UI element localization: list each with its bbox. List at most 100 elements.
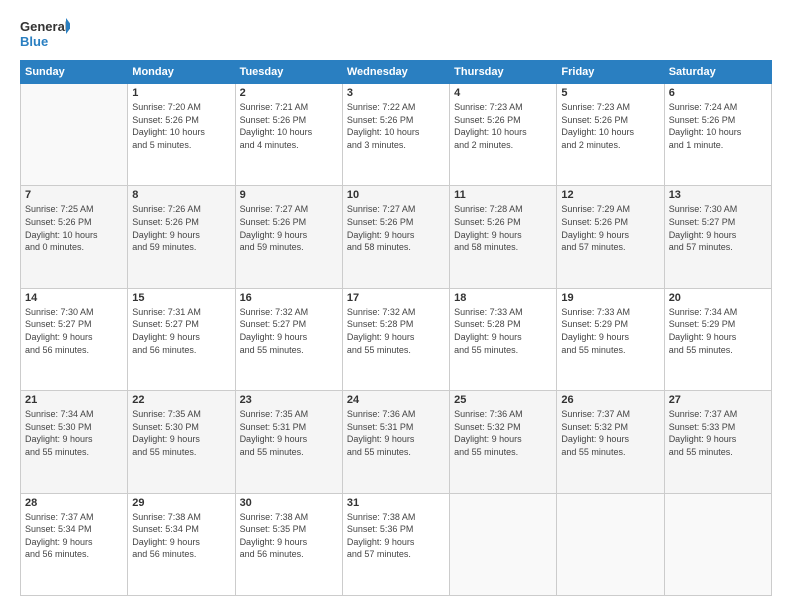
day-info: Sunrise: 7:33 AM Sunset: 5:29 PM Dayligh…: [561, 306, 659, 356]
weekday-header-row: SundayMondayTuesdayWednesdayThursdayFrid…: [21, 61, 772, 84]
day-number: 2: [240, 87, 338, 99]
day-info: Sunrise: 7:20 AM Sunset: 5:26 PM Dayligh…: [132, 101, 230, 151]
day-number: 25: [454, 394, 552, 406]
calendar-cell: 29 Sunrise: 7:38 AM Sunset: 5:34 PM Dayli…: [128, 493, 235, 595]
day-info: Sunrise: 7:24 AM Sunset: 5:26 PM Dayligh…: [669, 101, 767, 151]
calendar-cell: 4Sunrise: 7:23 AM Sunset: 5:26 PM Daylig…: [450, 84, 557, 186]
day-number: 19: [561, 292, 659, 304]
day-number: 28: [25, 497, 123, 509]
day-info: Sunrise: 7:30 AM Sunset: 5:27 PM Dayligh…: [25, 306, 123, 356]
calendar-cell: 27 Sunrise: 7:37 AM Sunset: 5:33 PM Dayli…: [664, 391, 771, 493]
calendar-cell: 17Sunrise: 7:32 AM Sunset: 5:28 PM Dayli…: [342, 288, 449, 390]
weekday-monday: Monday: [128, 61, 235, 84]
weekday-saturday: Saturday: [664, 61, 771, 84]
day-info: Sunrise: 7:32 AM Sunset: 5:27 PM Dayligh…: [240, 306, 338, 356]
day-number: 21: [25, 394, 123, 406]
day-info: Sunrise: 7:23 AM Sunset: 5:26 PM Dayligh…: [561, 101, 659, 151]
calendar-cell: 25 Sunrise: 7:36 AM Sunset: 5:32 PM Dayli…: [450, 391, 557, 493]
day-info: Sunrise: 7:38 AM Sunset: 5:34 PM Dayligh…: [132, 511, 230, 561]
day-number: 12: [561, 189, 659, 201]
day-number: 1: [132, 87, 230, 99]
day-info: Sunrise: 7:27 AM Sunset: 5:26 PM Dayligh…: [347, 203, 445, 253]
calendar-cell: 26 Sunrise: 7:37 AM Sunset: 5:32 PM Dayli…: [557, 391, 664, 493]
page: General Blue SundayMondayTuesdayWednesda…: [0, 0, 792, 612]
day-number: 31: [347, 497, 445, 509]
day-number: 22: [132, 394, 230, 406]
day-number: 26: [561, 394, 659, 406]
calendar-cell: 24 Sunrise: 7:36 AM Sunset: 5:31 PM Dayli…: [342, 391, 449, 493]
week-row-5: 28 Sunrise: 7:37 AM Sunset: 5:34 PM Dayli…: [21, 493, 772, 595]
calendar-cell: 28 Sunrise: 7:37 AM Sunset: 5:34 PM Dayli…: [21, 493, 128, 595]
day-number: 16: [240, 292, 338, 304]
day-number: 13: [669, 189, 767, 201]
day-info: Sunrise: 7:38 AM Sunset: 5:36 PM Dayligh…: [347, 511, 445, 561]
calendar-cell: 11 Sunrise: 7:28 AM Sunset: 5:26 PM Dayli…: [450, 186, 557, 288]
calendar-cell: [664, 493, 771, 595]
calendar-cell: [557, 493, 664, 595]
calendar-cell: [21, 84, 128, 186]
day-number: 18: [454, 292, 552, 304]
weekday-tuesday: Tuesday: [235, 61, 342, 84]
day-info: Sunrise: 7:35 AM Sunset: 5:30 PM Dayligh…: [132, 408, 230, 458]
day-number: 6: [669, 87, 767, 99]
day-number: 7: [25, 189, 123, 201]
day-number: 29: [132, 497, 230, 509]
weekday-wednesday: Wednesday: [342, 61, 449, 84]
day-info: Sunrise: 7:38 AM Sunset: 5:35 PM Dayligh…: [240, 511, 338, 561]
weekday-sunday: Sunday: [21, 61, 128, 84]
day-info: Sunrise: 7:33 AM Sunset: 5:28 PM Dayligh…: [454, 306, 552, 356]
calendar-cell: 22 Sunrise: 7:35 AM Sunset: 5:30 PM Dayli…: [128, 391, 235, 493]
calendar-cell: 31 Sunrise: 7:38 AM Sunset: 5:36 PM Dayli…: [342, 493, 449, 595]
calendar-cell: 30 Sunrise: 7:38 AM Sunset: 5:35 PM Dayli…: [235, 493, 342, 595]
calendar-cell: 9 Sunrise: 7:27 AM Sunset: 5:26 PM Daylig…: [235, 186, 342, 288]
calendar-cell: 14 Sunrise: 7:30 AM Sunset: 5:27 PM Dayli…: [21, 288, 128, 390]
calendar-cell: 1 Sunrise: 7:20 AM Sunset: 5:26 PM Daylig…: [128, 84, 235, 186]
week-row-2: 7Sunrise: 7:25 AM Sunset: 5:26 PM Daylig…: [21, 186, 772, 288]
logo: General Blue: [20, 16, 70, 52]
day-number: 8: [132, 189, 230, 201]
day-number: 27: [669, 394, 767, 406]
calendar-cell: 8 Sunrise: 7:26 AM Sunset: 5:26 PM Daylig…: [128, 186, 235, 288]
day-info: Sunrise: 7:34 AM Sunset: 5:30 PM Dayligh…: [25, 408, 123, 458]
calendar-cell: 18 Sunrise: 7:33 AM Sunset: 5:28 PM Dayli…: [450, 288, 557, 390]
day-info: Sunrise: 7:26 AM Sunset: 5:26 PM Dayligh…: [132, 203, 230, 253]
day-info: Sunrise: 7:37 AM Sunset: 5:32 PM Dayligh…: [561, 408, 659, 458]
logo-svg: General Blue: [20, 16, 70, 52]
calendar-cell: 3 Sunrise: 7:22 AM Sunset: 5:26 PM Daylig…: [342, 84, 449, 186]
day-number: 10: [347, 189, 445, 201]
calendar-table: SundayMondayTuesdayWednesdayThursdayFrid…: [20, 60, 772, 596]
calendar-cell: 23 Sunrise: 7:35 AM Sunset: 5:31 PM Dayli…: [235, 391, 342, 493]
day-number: 4: [454, 87, 552, 99]
day-info: Sunrise: 7:37 AM Sunset: 5:34 PM Dayligh…: [25, 511, 123, 561]
day-info: Sunrise: 7:27 AM Sunset: 5:26 PM Dayligh…: [240, 203, 338, 253]
day-info: Sunrise: 7:36 AM Sunset: 5:32 PM Dayligh…: [454, 408, 552, 458]
calendar-cell: 5 Sunrise: 7:23 AM Sunset: 5:26 PM Daylig…: [557, 84, 664, 186]
day-number: 14: [25, 292, 123, 304]
day-info: Sunrise: 7:36 AM Sunset: 5:31 PM Dayligh…: [347, 408, 445, 458]
day-info: Sunrise: 7:34 AM Sunset: 5:29 PM Dayligh…: [669, 306, 767, 356]
day-info: Sunrise: 7:35 AM Sunset: 5:31 PM Dayligh…: [240, 408, 338, 458]
day-number: 5: [561, 87, 659, 99]
day-number: 3: [347, 87, 445, 99]
day-number: 20: [669, 292, 767, 304]
calendar-cell: 16 Sunrise: 7:32 AM Sunset: 5:27 PM Dayli…: [235, 288, 342, 390]
day-number: 23: [240, 394, 338, 406]
day-number: 24: [347, 394, 445, 406]
weekday-friday: Friday: [557, 61, 664, 84]
day-info: Sunrise: 7:30 AM Sunset: 5:27 PM Dayligh…: [669, 203, 767, 253]
day-number: 9: [240, 189, 338, 201]
day-number: 30: [240, 497, 338, 509]
calendar-cell: [450, 493, 557, 595]
calendar-cell: 19 Sunrise: 7:33 AM Sunset: 5:29 PM Dayli…: [557, 288, 664, 390]
day-info: Sunrise: 7:21 AM Sunset: 5:26 PM Dayligh…: [240, 101, 338, 151]
calendar-cell: 6 Sunrise: 7:24 AM Sunset: 5:26 PM Daylig…: [664, 84, 771, 186]
day-info: Sunrise: 7:22 AM Sunset: 5:26 PM Dayligh…: [347, 101, 445, 151]
day-info: Sunrise: 7:32 AM Sunset: 5:28 PM Dayligh…: [347, 306, 445, 356]
calendar-cell: 10 Sunrise: 7:27 AM Sunset: 5:26 PM Dayli…: [342, 186, 449, 288]
day-number: 11: [454, 189, 552, 201]
calendar-cell: 21 Sunrise: 7:34 AM Sunset: 5:30 PM Dayli…: [21, 391, 128, 493]
svg-text:Blue: Blue: [20, 34, 48, 49]
calendar-cell: 12Sunrise: 7:29 AM Sunset: 5:26 PM Dayli…: [557, 186, 664, 288]
day-info: Sunrise: 7:37 AM Sunset: 5:33 PM Dayligh…: [669, 408, 767, 458]
day-info: Sunrise: 7:28 AM Sunset: 5:26 PM Dayligh…: [454, 203, 552, 253]
